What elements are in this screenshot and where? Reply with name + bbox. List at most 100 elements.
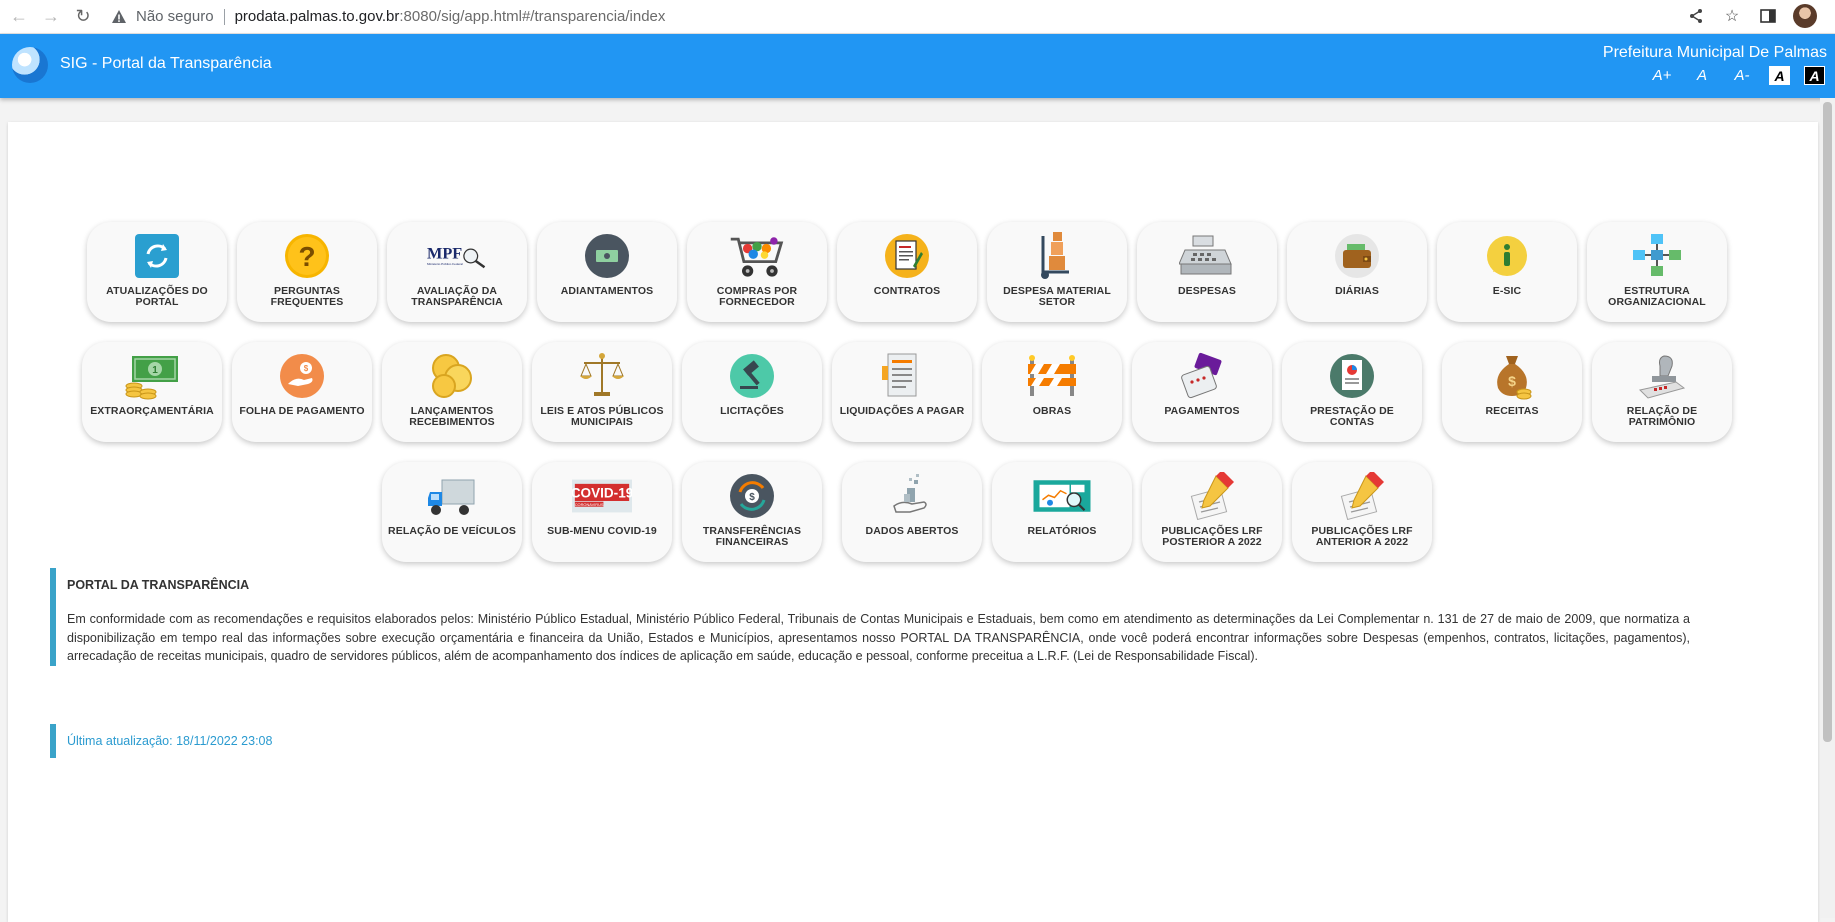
- tile-label: ESTRUTURA ORGANIZACIONAL: [1608, 285, 1706, 308]
- mpf-logo-icon: MPF Ministério Público Federal: [427, 232, 487, 280]
- gavel-icon: [722, 352, 782, 400]
- svg-text:$: $: [749, 492, 755, 503]
- tile-label: LANÇAMENTOS RECEBIMENTOS: [409, 405, 495, 428]
- tile-label: EXTRAORÇAMENTÁRIA: [90, 405, 214, 417]
- tile-label: PERGUNTAS FREQUENTES: [270, 285, 344, 308]
- tile-liquidacoes-a-pagar[interactable]: LIQUIDAÇÕES A PAGAR: [832, 342, 972, 442]
- url-path: :8080/sig/app.html#/transparencia/index: [399, 8, 666, 25]
- tile-label: RECEITAS: [1485, 405, 1539, 417]
- browser-toolbar: ← → ↻ Não seguro prodata.palmas.to.gov.b…: [0, 0, 1835, 34]
- tile-e-sic[interactable]: E-SIC: [1437, 222, 1577, 322]
- url-host: prodata.palmas.to.gov.br: [234, 8, 400, 25]
- tile-label: PRESTAÇÃO DE CONTAS: [1310, 405, 1394, 428]
- security-label: Não seguro: [136, 8, 214, 25]
- scrollbar-thumb[interactable]: [1823, 102, 1832, 742]
- tile-receitas[interactable]: $ RECEITAS: [1442, 342, 1582, 442]
- tile-label: LEIS E ATOS PÚBLICOS MUNICIPAIS: [540, 405, 664, 428]
- tile-contratos[interactable]: CONTRATOS: [837, 222, 977, 322]
- back-icon[interactable]: ←: [6, 4, 32, 30]
- pencil-doc-icon: [1332, 472, 1392, 520]
- city-name: Prefeitura Municipal De Palmas: [1602, 44, 1827, 61]
- profile-avatar[interactable]: [1793, 4, 1817, 28]
- tile-lancamentos-recebimentos[interactable]: LANÇAMENTOS RECEBIMENTOS: [382, 342, 522, 442]
- svg-text:$: $: [304, 364, 309, 373]
- tile-despesas[interactable]: DESPESAS: [1137, 222, 1277, 322]
- tile-leis-e-atos-publicos-municipais[interactable]: LEIS E ATOS PÚBLICOS MUNICIPAIS: [532, 342, 672, 442]
- tile-transferencias-financeiras[interactable]: $ TRANSFERÊNCIAS FINANCEIRAS: [682, 462, 822, 562]
- card-machine-icon: [1172, 352, 1232, 400]
- tile-atualizacoes-do-portal[interactable]: ATUALIZAÇÕES DO PORTAL: [87, 222, 227, 322]
- font-decrease-button[interactable]: A-: [1729, 67, 1755, 84]
- portal-description: Em conformidade com as recomendações e r…: [67, 612, 1690, 663]
- tile-label: RELAÇÃO DE VEÍCULOS: [388, 525, 516, 537]
- tile-extraorcamentaria[interactable]: 1 EXTRAORÇAMENTÁRIA: [82, 342, 222, 442]
- tile-despesa-material-setor[interactable]: DESPESA MATERIAL SETOR: [987, 222, 1127, 322]
- hand-coin-icon: $: [272, 352, 332, 400]
- tile-diarias[interactable]: DIÁRIAS: [1287, 222, 1427, 322]
- tile-sub-menu-covid-19[interactable]: COVID-19 CORONAVIRUS SUB-MENU COVID-19: [532, 462, 672, 562]
- org-chart-icon: [1627, 232, 1687, 280]
- portal-title: PORTAL DA TRANSPARÊNCIA: [67, 578, 250, 592]
- tile-licitacoes[interactable]: LICITAÇÕES: [682, 342, 822, 442]
- tile-label: PUBLICAÇÕES LRF ANTERIOR A 2022: [1311, 525, 1413, 548]
- tile-prestacao-de-contas[interactable]: PRESTAÇÃO DE CONTAS: [1282, 342, 1422, 442]
- tile-label: DADOS ABERTOS: [865, 525, 959, 537]
- contrast-dark-button[interactable]: A: [1804, 66, 1825, 85]
- tile-estrutura-organizacional[interactable]: ESTRUTURA ORGANIZACIONAL: [1587, 222, 1727, 322]
- pencil-doc-icon: [1182, 472, 1242, 520]
- money-bag-icon: $: [1482, 352, 1542, 400]
- star-icon[interactable]: ☆: [1721, 5, 1743, 27]
- tile-avaliacao-da-transparencia[interactable]: MPF Ministério Público Federal AVALIAÇÃO D…: [387, 222, 527, 322]
- reload-icon[interactable]: ↻: [70, 4, 96, 30]
- scales-icon: [572, 352, 632, 400]
- tile-publicacoes-lrf-anterior-a-2022[interactable]: PUBLICAÇÕES LRF ANTERIOR A 2022: [1292, 462, 1432, 562]
- cart-icon: [727, 232, 787, 280]
- tile-adiantamentos[interactable]: ADIANTAMENTOS: [537, 222, 677, 322]
- app-header: SIG - Portal da Transparência Prefeitura…: [0, 34, 1835, 98]
- divider: [223, 8, 225, 25]
- tile-label: PAGAMENTOS: [1164, 405, 1240, 417]
- wallet-icon: [1327, 232, 1387, 280]
- tile-label: DESPESA MATERIAL SETOR: [1003, 285, 1111, 308]
- tile-label: DIÁRIAS: [1335, 285, 1379, 297]
- tile-label: AVALIAÇÃO DA TRANSPARÊNCIA: [411, 285, 503, 308]
- open-data-icon: [882, 472, 942, 520]
- forward-icon[interactable]: →: [38, 4, 64, 30]
- share-icon[interactable]: [1685, 5, 1707, 27]
- contract-icon: [877, 232, 937, 280]
- font-normal-button[interactable]: A: [1689, 67, 1715, 84]
- tile-relatorios[interactable]: RELATÓRIOS: [992, 462, 1132, 562]
- scrollbar[interactable]: [1820, 98, 1835, 918]
- tile-dados-abertos[interactable]: DADOS ABERTOS: [842, 462, 982, 562]
- warning-icon[interactable]: [110, 8, 128, 26]
- tile-obras[interactable]: OBRAS: [982, 342, 1122, 442]
- tile-compras-por-fornecedor[interactable]: COMPRAS POR FORNECEDOR: [687, 222, 827, 322]
- font-increase-button[interactable]: A+: [1649, 67, 1675, 84]
- tile-relacao-de-veiculos[interactable]: RELAÇÃO DE VEÍCULOS: [382, 462, 522, 562]
- report-chart-icon: [1322, 352, 1382, 400]
- question-icon: ?: [277, 232, 337, 280]
- info-icon: [1477, 232, 1537, 280]
- tile-perguntas-frequentes[interactable]: ? PERGUNTAS FREQUENTES: [237, 222, 377, 322]
- side-panel-icon[interactable]: [1757, 5, 1779, 27]
- tile-label: TRANSFERÊNCIAS FINANCEIRAS: [702, 525, 802, 548]
- app-title[interactable]: SIG - Portal da Transparência: [60, 55, 272, 73]
- contrast-light-button[interactable]: A: [1769, 66, 1790, 85]
- logo-icon[interactable]: [12, 47, 48, 83]
- tile-label: RELAÇÃO DE PATRIMÔNIO: [1626, 405, 1698, 428]
- refresh-icon: [127, 232, 187, 280]
- tile-label: LIQUIDAÇÕES A PAGAR: [839, 405, 965, 417]
- tile-folha-de-pagamento[interactable]: $ FOLHA DE PAGAMENTO: [232, 342, 372, 442]
- tile-publicacoes-lrf-posterior-a-2022[interactable]: PUBLICAÇÕES LRF POSTERIOR A 2022: [1142, 462, 1282, 562]
- banknote-coins-icon: 1: [122, 352, 182, 400]
- transfer-icon: $: [722, 472, 782, 520]
- tile-pagamentos[interactable]: PAGAMENTOS: [1132, 342, 1272, 442]
- stamp-icon: [1632, 352, 1692, 400]
- document-list-icon: [872, 352, 932, 400]
- last-update: Última atualização: 18/11/2022 23:08: [50, 724, 272, 758]
- barrier-icon: [1022, 352, 1082, 400]
- tile-label: OBRAS: [1032, 405, 1072, 417]
- hand-truck-icon: [1027, 232, 1087, 280]
- address-bar[interactable]: Não seguro prodata.palmas.to.gov.br:8080…: [110, 3, 665, 31]
- tile-relacao-de-patrimonio[interactable]: RELAÇÃO DE PATRIMÔNIO: [1592, 342, 1732, 442]
